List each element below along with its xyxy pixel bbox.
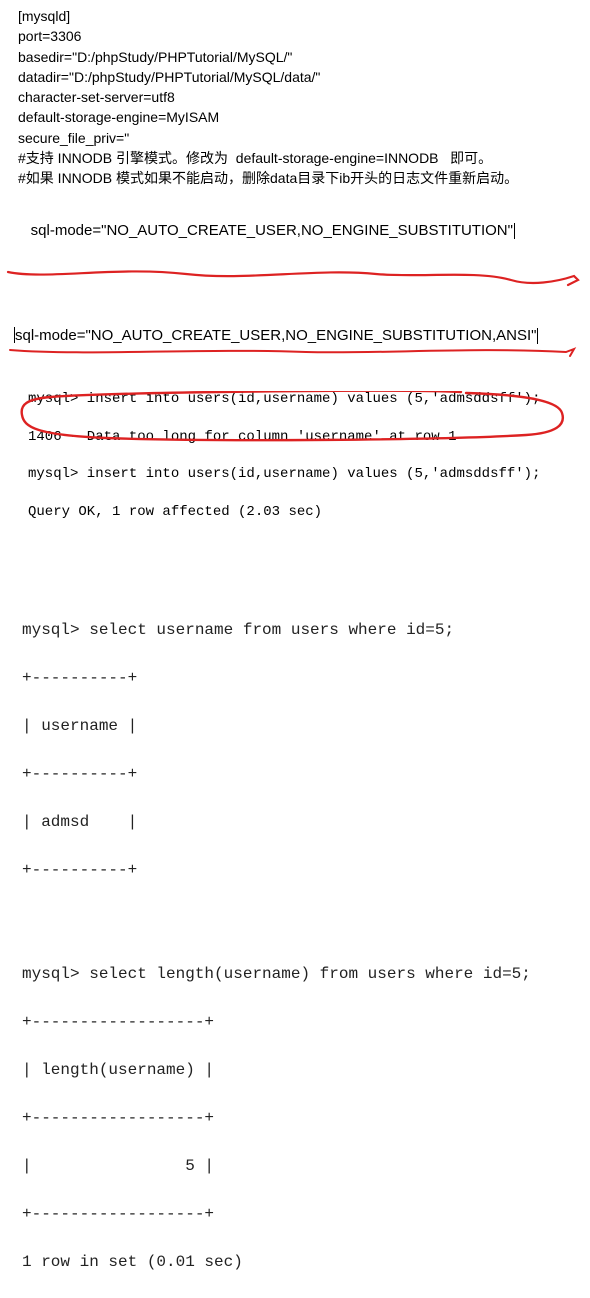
output-line: +----------+	[22, 858, 590, 882]
output-line: +------------------+	[22, 1106, 590, 1130]
red-underline-annotation	[6, 262, 582, 296]
config-line: default-storage-engine=MyISAM	[18, 107, 582, 127]
terminal-line: 1406 - Data too long for column 'usernam…	[28, 428, 590, 447]
output-line: mysql> select username from users where …	[22, 618, 590, 642]
output-line: +----------+	[22, 666, 590, 690]
terminal-line: mysql> insert into users(id,username) va…	[28, 465, 590, 484]
output-line: | admsd |	[22, 810, 590, 834]
mysql-config-block: [mysqld] port=3306 basedir="D:/phpStudy/…	[0, 0, 590, 268]
output-line: | length(username) |	[22, 1058, 590, 1082]
output-line: | 5 |	[22, 1154, 590, 1178]
output-line: +------------------+	[22, 1202, 590, 1226]
config-line: port=3306	[18, 26, 582, 46]
config-sql-mode-line: sql-mode="NO_AUTO_CREATE_USER,NO_ENGINE_…	[14, 199, 582, 264]
mysql-output-block-1: mysql> select username from users where …	[0, 594, 590, 906]
mysql-output-block-2: mysql> select length(username) from user…	[0, 938, 590, 1298]
red-underline-annotation-2	[6, 344, 584, 364]
output-line: +------------------+	[22, 1010, 590, 1034]
output-line: 1 row in set (0.01 sec)	[22, 1250, 590, 1274]
output-line: | username |	[22, 714, 590, 738]
mysql-terminal-block: mysql> insert into users(id,username) va…	[0, 367, 590, 562]
terminal-line: Query OK, 1 row affected (2.03 sec)	[28, 503, 590, 522]
config-line: character-set-server=utf8	[18, 87, 582, 107]
config-line: [mysqld]	[18, 6, 582, 26]
config-line: datadir="D:/phpStudy/PHPTutorial/MySQL/d…	[18, 67, 582, 87]
config-line: #支持 INNODB 引擎模式。修改为 default-storage-engi…	[18, 148, 582, 168]
config-line: basedir="D:/phpStudy/PHPTutorial/MySQL/"	[18, 47, 582, 67]
edited-sql-mode-line: sql-mode="NO_AUTO_CREATE_USER,NO_ENGINE_…	[0, 321, 590, 346]
output-line: mysql> select length(username) from user…	[22, 962, 590, 986]
config-line: secure_file_priv="	[18, 128, 582, 148]
config-line: #如果 INNODB 模式如果不能启动，删除data目录下ib开头的日志文件重新…	[18, 168, 582, 188]
terminal-line: mysql> insert into users(id,username) va…	[28, 390, 590, 409]
output-line: +----------+	[22, 762, 590, 786]
